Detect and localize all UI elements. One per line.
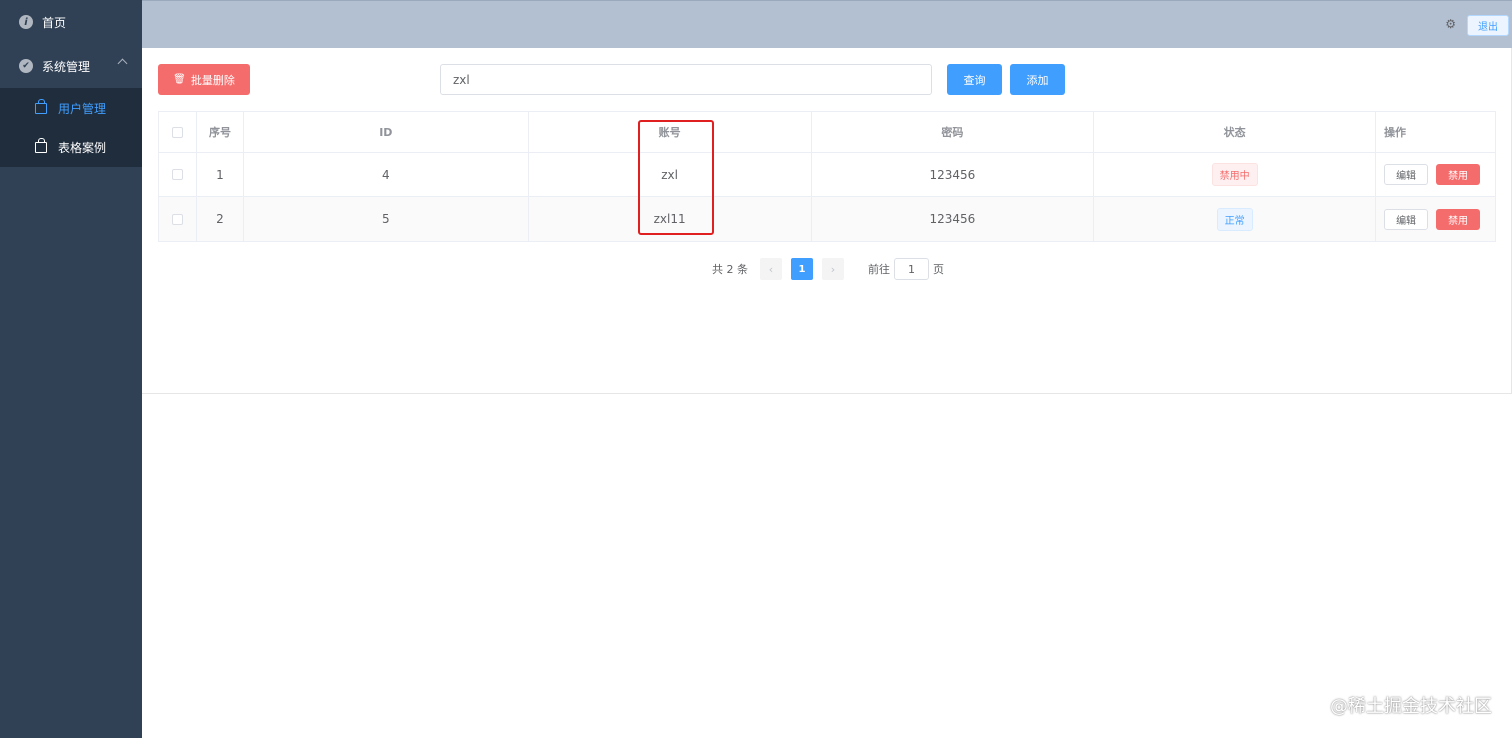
logout-button[interactable]: 退出 xyxy=(1467,15,1509,36)
status-badge: 禁用中 xyxy=(1211,163,1258,186)
sidebar: i 首页 ✔ 系统管理 用户管理 表格案例 xyxy=(0,0,142,738)
gear-icon[interactable]: ⚙ xyxy=(1445,17,1456,31)
cell-id: 4 xyxy=(244,153,529,196)
sidebar-item-label: 首页 xyxy=(42,15,67,30)
page-number-button[interactable]: 1 xyxy=(791,258,813,280)
bag-icon xyxy=(35,137,47,153)
sidebar-item-system-management[interactable]: ✔ 系统管理 xyxy=(0,44,142,88)
sidebar-item-table-example[interactable]: 表格案例 xyxy=(0,127,142,167)
bag-icon xyxy=(35,98,47,114)
chevron-up-icon xyxy=(117,58,128,69)
trash-icon: 🗑 xyxy=(173,74,186,85)
sidebar-item-home[interactable]: i 首页 xyxy=(0,0,142,44)
column-header-no: 序号 xyxy=(197,112,244,152)
table-header-row: 序号 ID 账号 密码 状态 操作 xyxy=(159,112,1495,153)
watermark: @稀土掘金技术社区 xyxy=(1330,696,1492,717)
edit-button[interactable]: 编辑 xyxy=(1384,164,1429,185)
sidebar-item-label: 用户管理 xyxy=(58,101,107,116)
status-badge: 正常 xyxy=(1216,207,1253,231)
cell-status: 禁用中 xyxy=(1094,153,1377,196)
row-select-cell xyxy=(159,197,197,241)
row-checkbox[interactable] xyxy=(171,213,183,225)
batch-delete-button[interactable]: 🗑 批量删除 xyxy=(158,64,250,95)
edit-button[interactable]: 编辑 xyxy=(1384,208,1429,230)
column-header-id: ID xyxy=(244,112,529,152)
cell-id: 5 xyxy=(244,197,529,241)
page-suffix: 页 xyxy=(933,263,944,276)
disable-button[interactable]: 禁用 xyxy=(1436,164,1481,185)
row-select-cell xyxy=(159,153,197,196)
table-row: 2 5 zxl11 123456 正常 编辑 禁用 xyxy=(159,197,1495,241)
column-header-password: 密码 xyxy=(812,112,1095,152)
cell-actions: 编辑 禁用 xyxy=(1376,153,1495,196)
pagination-total: 共 2 条 xyxy=(712,263,748,276)
goto-label: 前往 xyxy=(868,263,890,276)
next-page-button[interactable]: › xyxy=(822,258,844,280)
row-checkbox[interactable] xyxy=(171,169,183,180)
select-all-checkbox[interactable] xyxy=(171,126,183,138)
select-all-cell xyxy=(159,112,197,152)
user-table: 序号 ID 账号 密码 状态 操作 1 4 zxl 123456 禁用中 编辑 … xyxy=(158,111,1496,242)
disable-button[interactable]: 禁用 xyxy=(1436,208,1481,230)
cell-no: 1 xyxy=(197,153,244,196)
prev-page-button[interactable]: ‹ xyxy=(760,258,782,280)
top-header: ⚙ 退出 xyxy=(142,0,1512,48)
query-button[interactable]: 查询 xyxy=(947,64,1002,95)
submenu: 用户管理 表格案例 xyxy=(0,88,142,167)
sidebar-item-user-management[interactable]: 用户管理 xyxy=(0,88,142,128)
column-header-status: 状态 xyxy=(1094,112,1377,152)
batch-delete-label: 批量删除 xyxy=(190,73,235,87)
cell-status: 正常 xyxy=(1094,197,1377,241)
cell-password: 123456 xyxy=(812,153,1095,196)
cell-no: 2 xyxy=(197,197,244,241)
goto-page-input[interactable]: 1 xyxy=(894,258,929,280)
column-header-actions: 操作 xyxy=(1384,126,1407,139)
sidebar-item-label: 系统管理 xyxy=(42,59,91,74)
search-input[interactable]: zxl xyxy=(440,64,932,95)
check-circle-icon: ✔ xyxy=(19,59,33,73)
table-row: 1 4 zxl 123456 禁用中 编辑 禁用 xyxy=(159,153,1495,197)
cell-password: 123456 xyxy=(812,197,1095,241)
account-column-highlight xyxy=(638,120,714,235)
pagination: 共 2 条 ‹ 1 › 前往 1 页 xyxy=(712,258,944,280)
main-panel: 🗑 批量删除 zxl 查询 添加 序号 ID 账号 密码 状态 操作 1 4 z… xyxy=(142,48,1512,394)
add-button[interactable]: 添加 xyxy=(1010,64,1065,95)
cell-actions: 编辑 禁用 xyxy=(1376,197,1495,241)
sidebar-item-label: 表格案例 xyxy=(58,140,107,155)
info-icon: i xyxy=(19,15,33,29)
